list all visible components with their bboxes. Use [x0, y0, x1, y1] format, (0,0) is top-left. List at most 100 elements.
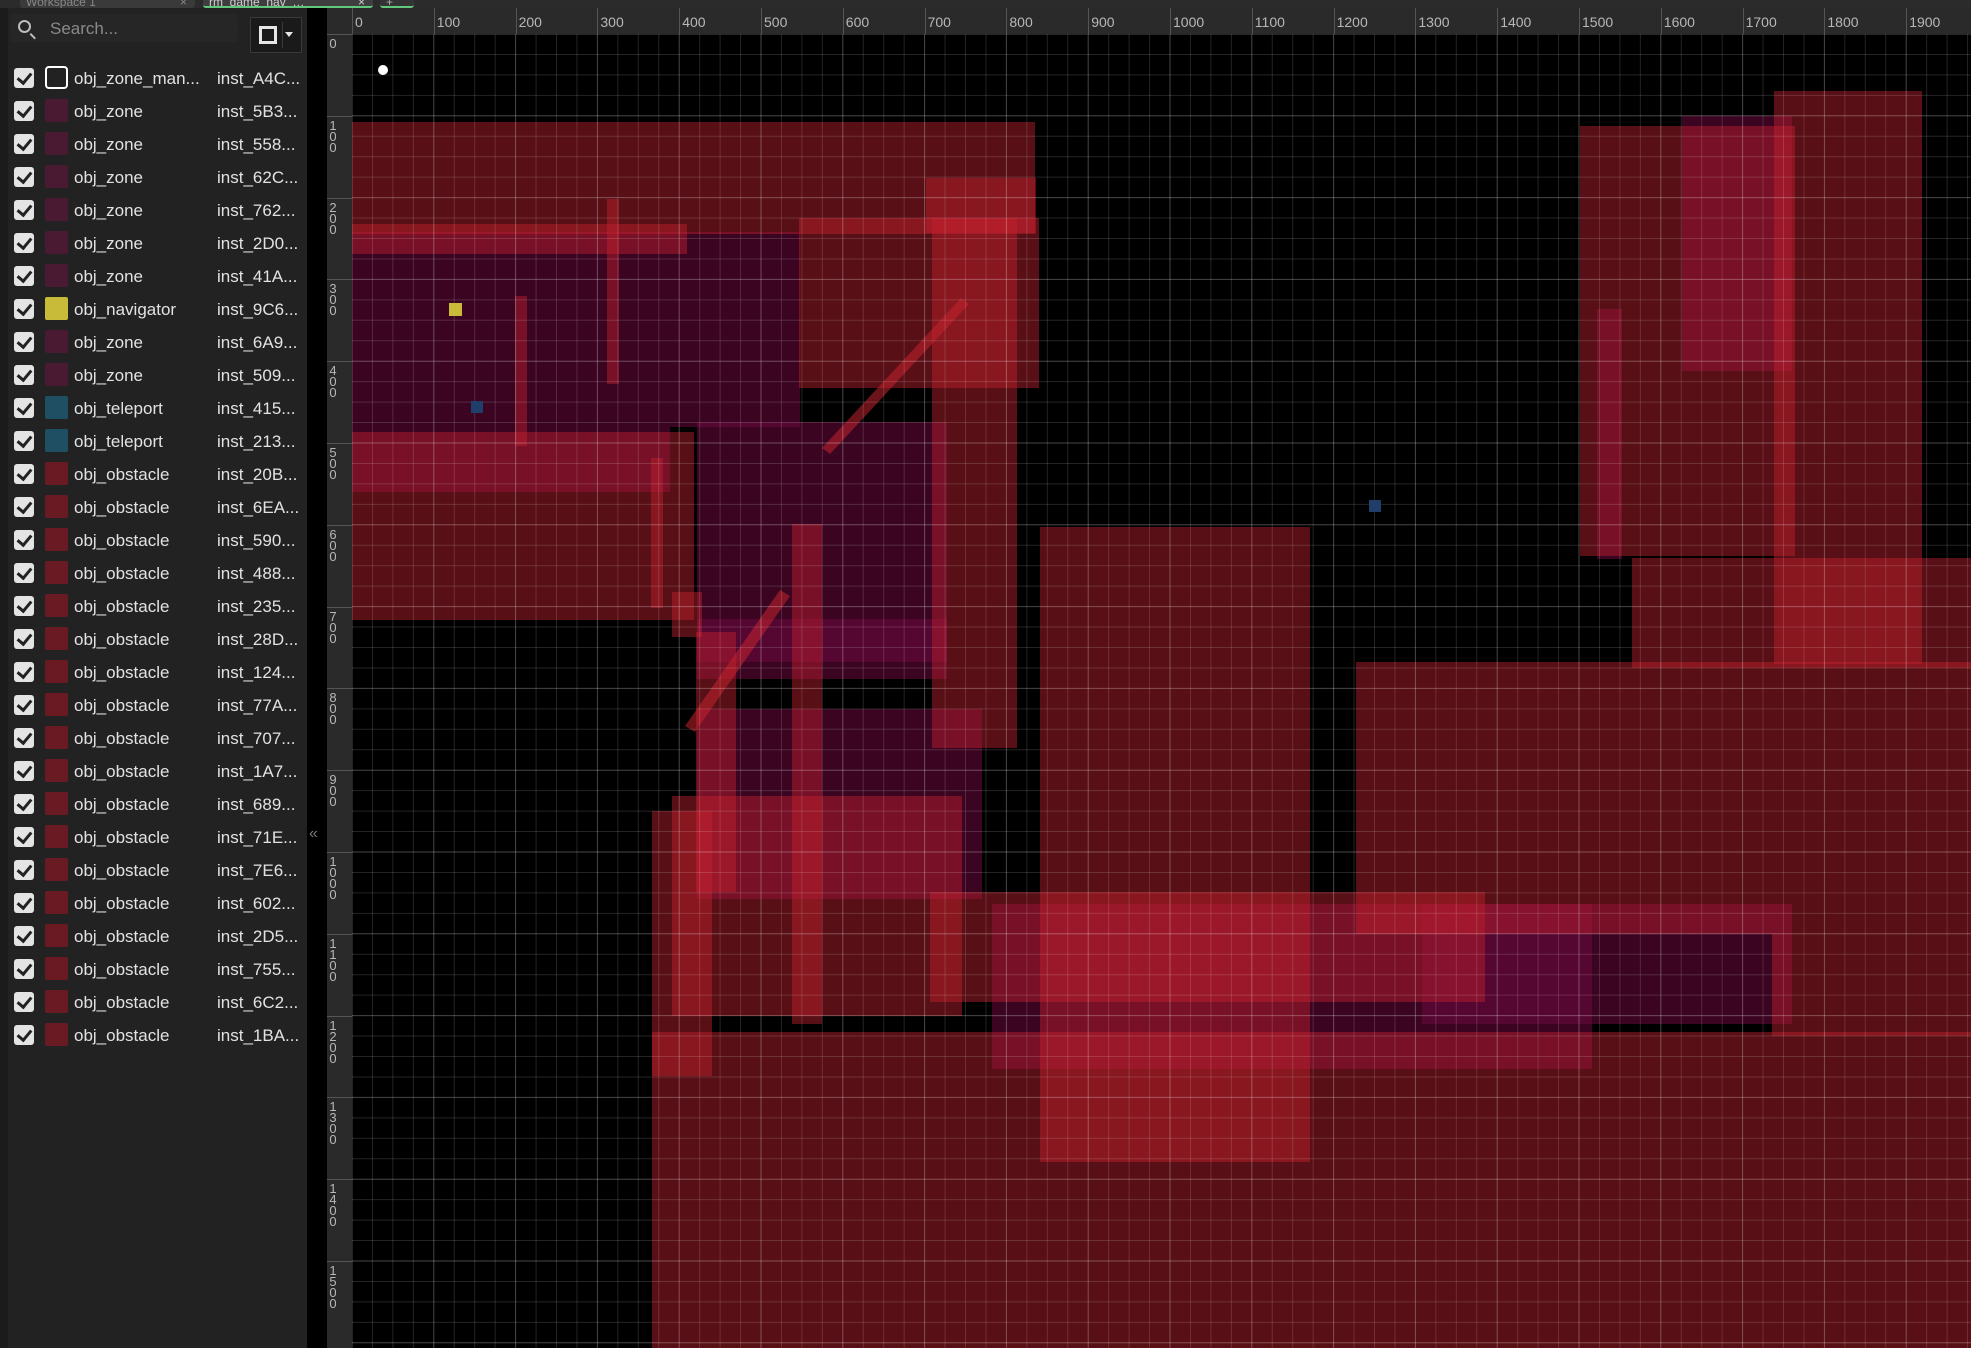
visibility-checkbox[interactable] — [14, 794, 34, 814]
object-color-swatch — [45, 693, 68, 716]
search-icon — [18, 20, 31, 33]
visibility-checkbox[interactable] — [14, 860, 34, 880]
obj-obstacle[interactable] — [672, 592, 702, 637]
instance-row[interactable]: obj_obstacle inst_71E... — [8, 822, 307, 855]
collapse-panel-button[interactable]: « — [309, 825, 318, 843]
visibility-checkbox[interactable] — [14, 134, 34, 154]
instance-row[interactable]: obj_zone_man... inst_A4C... — [8, 63, 307, 96]
instance-row[interactable]: obj_obstacle inst_488... — [8, 558, 307, 591]
instance-row[interactable]: obj_zone inst_41A... — [8, 261, 307, 294]
visibility-checkbox[interactable] — [14, 530, 34, 550]
instance-row[interactable]: obj_obstacle inst_6C2... — [8, 987, 307, 1020]
instance-row[interactable]: obj_teleport inst_213... — [8, 426, 307, 459]
instance-row[interactable]: obj_obstacle inst_590... — [8, 525, 307, 558]
instance-row[interactable]: obj_obstacle inst_77A... — [8, 690, 307, 723]
instance-row[interactable]: obj_zone inst_6A9... — [8, 327, 307, 360]
instance-row[interactable]: obj_obstacle inst_1BA... — [8, 1020, 307, 1053]
visibility-checkbox[interactable] — [14, 200, 34, 220]
visibility-checkbox[interactable] — [14, 695, 34, 715]
instance-row[interactable]: obj_zone inst_62C... — [8, 162, 307, 195]
visibility-checkbox[interactable] — [14, 893, 34, 913]
obj-zone[interactable] — [670, 232, 800, 427]
instance-row[interactable]: obj_obstacle inst_235... — [8, 591, 307, 624]
instance-row[interactable]: obj_obstacle inst_2D5... — [8, 921, 307, 954]
object-name: obj_obstacle — [74, 630, 170, 649]
visibility-checkbox[interactable] — [14, 464, 34, 484]
obj-obstacle[interactable] — [651, 458, 663, 608]
object-color-swatch — [45, 264, 68, 287]
room-canvas[interactable] — [352, 34, 1971, 1348]
obj-teleport[interactable] — [1369, 500, 1381, 512]
instance-row[interactable]: obj_obstacle inst_124... — [8, 657, 307, 690]
square-icon — [259, 26, 277, 44]
instance-row[interactable]: obj_obstacle inst_707... — [8, 723, 307, 756]
instance-row[interactable]: obj_obstacle inst_28D... — [8, 624, 307, 657]
visibility-checkbox[interactable] — [14, 266, 34, 286]
instance-row[interactable]: obj_obstacle inst_6EA... — [8, 492, 307, 525]
ruler-label: 1 0 0 — [329, 117, 337, 155]
visibility-checkbox[interactable] — [14, 233, 34, 253]
instance-row[interactable]: obj_obstacle inst_602... — [8, 888, 307, 921]
visibility-checkbox[interactable] — [14, 332, 34, 352]
instance-id: inst_9C6... — [217, 300, 299, 319]
visibility-checkbox[interactable] — [14, 365, 34, 385]
instance-row[interactable]: obj_navigator inst_9C6... — [8, 294, 307, 327]
object-name: obj_obstacle — [74, 795, 170, 814]
object-color-swatch — [45, 627, 68, 650]
visibility-checkbox[interactable] — [14, 596, 34, 616]
visibility-checkbox[interactable] — [14, 563, 34, 583]
obj-obstacle[interactable] — [515, 296, 527, 446]
obj-obstacle[interactable] — [1632, 558, 1971, 668]
tab-room[interactable]: rm_game_nav_… × — [203, 0, 373, 8]
tab-workspace[interactable]: Workspace 1 × — [20, 0, 195, 8]
visibility-checkbox[interactable] — [14, 68, 34, 88]
obj-obstacle[interactable] — [352, 432, 694, 620]
ruler-tick — [924, 8, 926, 34]
visibility-checkbox[interactable] — [14, 761, 34, 781]
instance-row[interactable]: obj_zone inst_2D0... — [8, 228, 307, 261]
instance-row[interactable]: obj_zone inst_509... — [8, 360, 307, 393]
visibility-checkbox[interactable] — [14, 431, 34, 451]
instance-row[interactable]: obj_teleport inst_415... — [8, 393, 307, 426]
visibility-checkbox[interactable] — [14, 827, 34, 847]
instance-row[interactable]: obj_obstacle inst_7E6... — [8, 855, 307, 888]
view-mode-dropdown[interactable] — [250, 17, 302, 53]
visibility-checkbox[interactable] — [14, 167, 34, 187]
visibility-checkbox[interactable] — [14, 992, 34, 1012]
instance-row[interactable]: obj_zone inst_5B3... — [8, 96, 307, 129]
ruler-label: 1 0 0 0 — [329, 854, 337, 902]
ruler-label: 0 — [355, 14, 363, 30]
search-input[interactable] — [48, 18, 237, 40]
visibility-checkbox[interactable] — [14, 728, 34, 748]
ruler-corner — [327, 8, 352, 34]
instance-row[interactable]: obj_zone inst_558... — [8, 129, 307, 162]
visibility-checkbox[interactable] — [14, 1025, 34, 1045]
ruler-tick — [761, 8, 762, 34]
obj-obstacle[interactable] — [1772, 934, 1971, 1036]
obj-teleport[interactable] — [471, 401, 483, 413]
instance-row[interactable]: obj_obstacle inst_755... — [8, 954, 307, 987]
obj-zone-manager[interactable] — [378, 65, 388, 75]
close-icon[interactable]: × — [358, 0, 365, 6]
instance-row[interactable]: obj_obstacle inst_20B... — [8, 459, 307, 492]
ruler-tick — [327, 443, 352, 444]
visibility-checkbox[interactable] — [14, 398, 34, 418]
obj-obstacle[interactable] — [652, 1032, 1971, 1348]
visibility-checkbox[interactable] — [14, 299, 34, 319]
visibility-checkbox[interactable] — [14, 926, 34, 946]
object-name: obj_obstacle — [74, 729, 170, 748]
visibility-checkbox[interactable] — [14, 101, 34, 121]
close-icon[interactable]: × — [180, 0, 187, 8]
visibility-checkbox[interactable] — [14, 662, 34, 682]
obj-navigator[interactable] — [449, 303, 462, 316]
instance-row[interactable]: obj_zone inst_762... — [8, 195, 307, 228]
obj-obstacle[interactable] — [930, 892, 1485, 1002]
visibility-checkbox[interactable] — [14, 497, 34, 517]
visibility-checkbox[interactable] — [14, 959, 34, 979]
ruler-label: 2 0 0 — [329, 199, 337, 237]
obj-obstacle[interactable] — [607, 199, 619, 384]
instance-row[interactable]: obj_obstacle inst_689... — [8, 789, 307, 822]
visibility-checkbox[interactable] — [14, 629, 34, 649]
instance-row[interactable]: obj_obstacle inst_1A7... — [8, 756, 307, 789]
new-tab-button[interactable]: + — [380, 0, 414, 8]
